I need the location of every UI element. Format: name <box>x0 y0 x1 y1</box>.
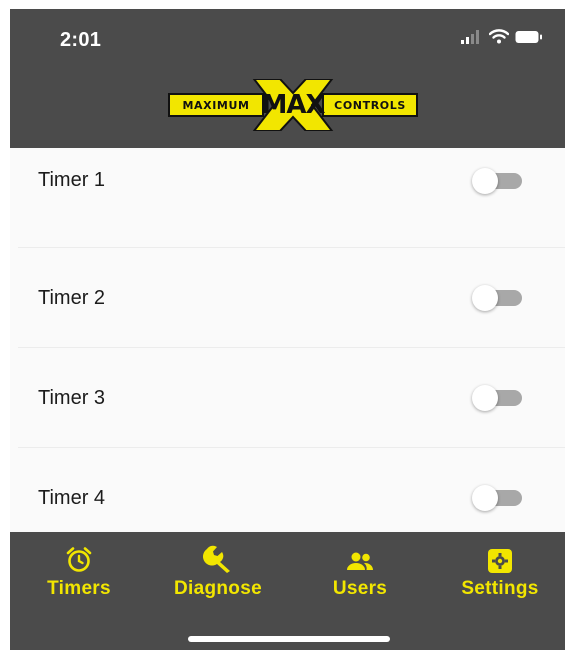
timer-row: Timer 3 <box>10 348 565 448</box>
timer-row: Timer 2 <box>10 248 565 348</box>
timer-row: Timer 1 <box>10 148 565 248</box>
signal-icon <box>461 29 479 44</box>
maximum-controls-logo: MAXIMUM CONTROLS MAX <box>168 78 418 132</box>
battery-icon <box>515 30 542 43</box>
timer-label: Timer 2 <box>38 287 106 309</box>
tab-label: Diagnose <box>174 578 262 599</box>
toggle-knob <box>472 385 498 411</box>
timer-label: Timer 3 <box>38 387 106 409</box>
timer-row: Timer 4 <box>10 448 565 533</box>
phone-screen: 2:01 MAXIMUM CONTROLS MAX Timer 1 Timer … <box>10 9 565 650</box>
gear-icon <box>487 544 513 574</box>
status-icons <box>461 29 543 44</box>
timer-toggle[interactable] <box>472 385 524 411</box>
alarm-clock-icon <box>65 544 93 574</box>
toggle-knob <box>472 168 498 194</box>
logo-center-x: MAX <box>250 78 336 132</box>
home-indicator[interactable] <box>188 636 390 642</box>
timer-toggle[interactable] <box>472 168 524 194</box>
timer-label: Timer 1 <box>38 169 106 191</box>
tab-settings[interactable]: Settings <box>450 544 550 600</box>
wifi-icon <box>489 29 509 44</box>
tab-timers[interactable]: Timers <box>38 544 120 600</box>
users-icon <box>345 544 375 574</box>
tab-users[interactable]: Users <box>320 544 400 600</box>
tab-label: Users <box>332 578 388 599</box>
toggle-knob <box>472 285 498 311</box>
timer-toggle[interactable] <box>472 485 524 511</box>
logo-right-band: CONTROLS <box>322 93 418 117</box>
toggle-knob <box>472 485 498 511</box>
tab-label: Settings <box>461 578 539 599</box>
bottom-tab-bar: Timers Diagnose Users Settings <box>10 532 565 650</box>
tab-label: Timers <box>47 578 111 599</box>
wrench-icon <box>203 544 233 574</box>
app-header: 2:01 MAXIMUM CONTROLS MAX <box>10 9 565 148</box>
logo-max-text: MAX <box>261 90 325 120</box>
timer-toggle[interactable] <box>472 285 524 311</box>
status-time: 2:01 <box>60 29 102 51</box>
timer-list: Timer 1 Timer 2 Timer 3 Timer 4 <box>10 148 565 533</box>
tab-diagnose[interactable]: Diagnose <box>163 544 273 600</box>
